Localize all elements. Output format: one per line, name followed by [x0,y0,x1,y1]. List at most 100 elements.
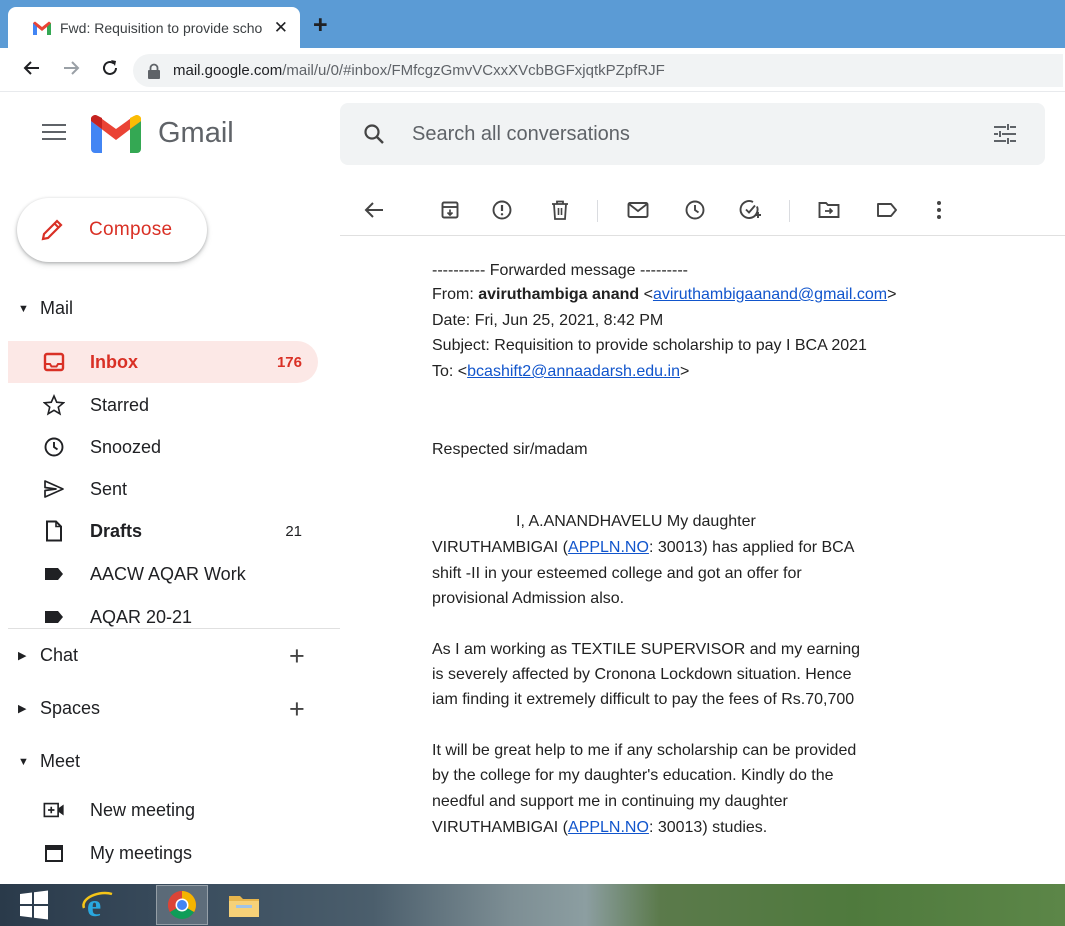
forward-arrow-icon[interactable] [61,58,81,84]
gmail-brand-text: Gmail [158,117,234,149]
sidebar-item-sent[interactable]: Sent [8,468,318,510]
sidebar-item-aqar-20-21[interactable]: AQAR 20-21 [8,596,318,638]
p3-text-b: : 30013) studies. [648,819,768,836]
label-icon[interactable] [874,197,900,223]
caret-right-icon: ▶ [18,703,27,715]
sidebar-item-label: My meetings [90,842,193,863]
windows-start-icon[interactable] [8,885,60,925]
browser-address-bar: mail.google.com/mail/u/0/#inbox/FMfcgzGm… [0,48,1065,92]
windows-taskbar: e [0,884,1065,926]
url-field[interactable]: mail.google.com/mail/u/0/#inbox/FMfcgzGm… [133,54,1063,87]
delete-trash-icon[interactable] [547,197,573,223]
sidebar-item-drafts[interactable]: Drafts 21 [8,510,318,552]
toolbar-separator [789,200,790,222]
sidebar-item-label: Drafts [90,520,143,541]
to-prefix: To: < [432,363,468,380]
label-tag-icon [43,563,65,585]
main-menu-icon[interactable] [42,124,66,144]
sidebar-item-label: New meeting [90,799,196,820]
subject-line: Subject: Requisition to provide scholars… [432,337,867,354]
more-options-icon[interactable] [926,197,952,223]
inbox-icon [43,351,65,373]
back-arrow-icon[interactable] [22,58,42,84]
paragraph-1-line-2: VIRUTHAMBIGAI (APPLN.NO: 30013) has appl… [432,535,854,561]
paragraph-3-line-3: needful and support me in continuing my … [432,793,788,810]
paragraph-1-line-1: I, A.ANANDHAVELU My daughter [516,513,756,530]
internet-explorer-icon[interactable]: e [72,885,124,925]
recipient-email-link[interactable]: bcashift2@annaadarsh.edu.in [467,363,680,380]
archive-icon[interactable] [437,197,463,223]
add-to-tasks-icon[interactable] [738,197,764,223]
pencil-icon [41,219,63,241]
add-chat-icon[interactable]: + [289,642,305,669]
file-explorer-icon[interactable] [218,885,270,925]
chat-section-header[interactable]: ▶ Chat + [18,642,318,669]
send-icon [43,478,65,500]
drafts-count: 21 [285,522,302,540]
paragraph-3-line-4: VIRUTHAMBIGAI (APPLN.NO: 30013) studies. [432,815,767,841]
spaces-section-label: Spaces [40,698,101,718]
appln-no-link[interactable]: APPLN.NO [568,539,649,556]
browser-tab[interactable]: Fwd: Requisition to provide scho ✕ [8,7,300,48]
p1-text-b: : 30013) has applied for BCA [648,539,855,556]
from-email-close: > [887,286,897,303]
compose-button[interactable]: Compose [17,198,207,262]
mail-section-label: Mail [40,298,74,318]
paragraph-1-line-4: provisional Admission also. [432,590,625,607]
search-input[interactable] [412,118,972,150]
caret-down-icon: ▼ [18,755,29,768]
sidebar-item-inbox[interactable]: Inbox 176 [8,341,318,383]
new-tab-button[interactable]: + [313,12,328,38]
caret-right-icon: ▶ [18,650,27,662]
sidebar-item-snoozed[interactable]: Snoozed [8,426,318,468]
spaces-section-header[interactable]: ▶ Spaces + [18,695,318,722]
caret-down-icon: ▼ [18,302,29,315]
meet-section-label: Meet [40,751,81,771]
message-toolbar [340,186,1065,236]
appln-no-link[interactable]: APPLN.NO [568,819,649,836]
compose-label: Compose [89,219,173,240]
report-spam-icon[interactable] [489,197,515,223]
lock-icon [148,63,160,79]
sidebar-item-label: Snoozed [90,436,162,457]
move-to-folder-icon[interactable] [816,197,842,223]
reload-icon[interactable] [100,58,120,84]
mark-unread-mail-icon[interactable] [625,197,651,223]
chat-section-label: Chat [40,645,79,665]
sender-email-link[interactable]: aviruthambigaanand@gmail.com [653,286,887,303]
snooze-clock-icon[interactable] [682,197,708,223]
from-email-open: < [639,286,653,303]
tab-close-icon[interactable]: ✕ [274,18,288,38]
search-icon[interactable] [362,122,386,146]
inbox-count: 176 [276,353,302,371]
sidebar-item-label: Starred [90,394,150,415]
back-to-inbox-icon[interactable] [361,197,387,223]
sidebar-item-starred[interactable]: Starred [8,384,318,426]
gmail-favicon-icon [33,21,51,35]
meet-section-header[interactable]: ▼ Meet [18,751,318,772]
sidebar-item-label: Sent [90,478,128,499]
paragraph-2-line-3: iam finding it extremely difficult to pa… [432,691,855,708]
paragraph-2-line-1: As I am working as TEXTILE SUPERVISOR an… [432,641,861,658]
sidebar-divider [8,628,340,629]
paragraph-1-line-3: shift -II in your esteemed college and g… [432,565,802,582]
tab-title: Fwd: Requisition to provide scho [60,19,263,36]
add-space-icon[interactable]: + [289,695,305,722]
from-line: From: aviruthambiga anand <aviruthambiga… [432,282,896,308]
mail-section-header[interactable]: ▼ Mail [18,298,318,319]
video-camera-icon [43,799,65,821]
to-line: To: <bcashift2@annaadarsh.edu.in> [432,359,689,385]
from-prefix: From: [432,286,479,303]
sidebar-item-label: AQAR 20-21 [90,606,193,627]
search-options-icon[interactable] [992,122,1018,146]
sidebar-item-label: Inbox [90,351,138,372]
sidebar-item-new-meeting[interactable]: New meeting [8,789,318,831]
to-suffix: > [679,363,690,380]
paragraph-3-line-2: by the college for my daughter's educati… [432,767,834,784]
chrome-icon[interactable] [156,885,208,925]
toolbar-separator [597,200,598,222]
label-tag-icon [43,606,65,628]
sidebar-item-aacw-aqar-work[interactable]: AACW AQAR Work [8,553,318,595]
paragraph-3-line-1: It will be great help to me if any schol… [432,742,857,759]
sidebar-item-my-meetings[interactable]: My meetings [8,832,318,874]
